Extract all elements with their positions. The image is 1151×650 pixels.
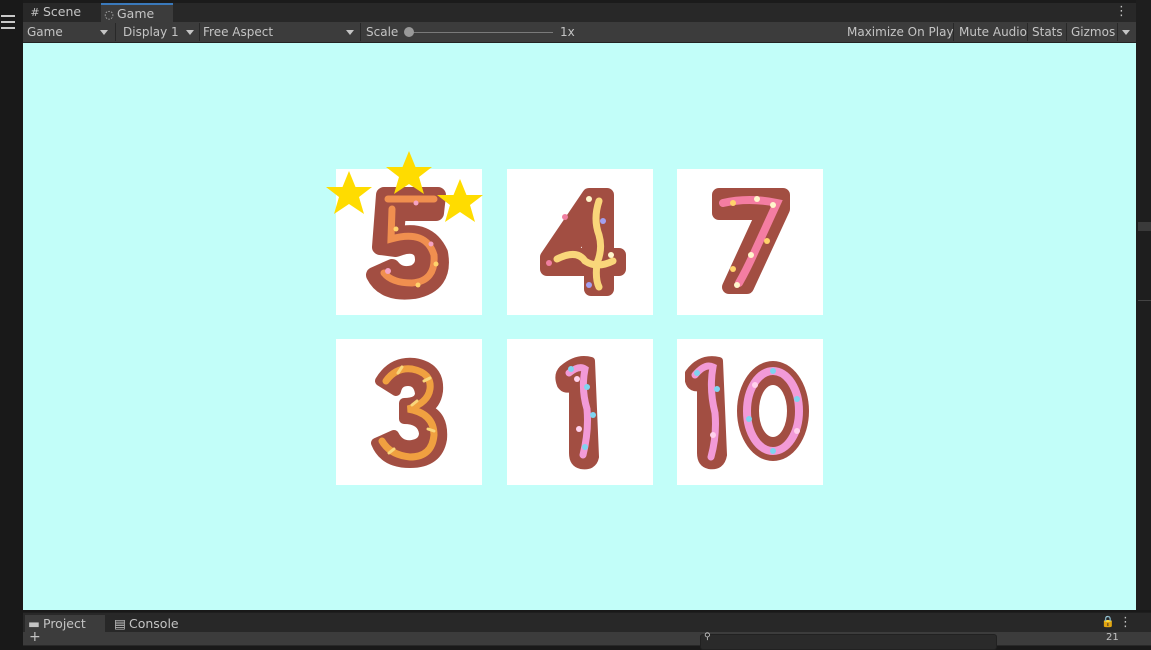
editor-tab-bar: # Scene ◌ Game ⋮: [23, 0, 1136, 24]
tab-scene-label: Scene: [43, 4, 82, 19]
console-icon: ▤: [114, 616, 126, 631]
hamburger-menu-icon[interactable]: [0, 8, 16, 38]
right-panel-edge: [1136, 0, 1151, 610]
number-card-7[interactable]: [677, 169, 823, 315]
search-icon: ⚲: [704, 632, 711, 642]
scale-label: Scale: [366, 25, 399, 39]
tab-console-label: Console: [129, 616, 179, 631]
gizmos-dropdown[interactable]: [1119, 22, 1135, 42]
game-toolbar: Game Display 1 Free Aspect Scale 1x Maxi…: [23, 22, 1136, 43]
visibility-count: 21: [1106, 632, 1119, 643]
toolbar-separator: [1117, 23, 1118, 41]
toolbar-separator: [1027, 23, 1028, 41]
chevron-down-icon: [186, 30, 194, 35]
number-3-image: [371, 357, 448, 468]
display-dropdown[interactable]: Display 1: [123, 22, 199, 42]
star-icon: [386, 151, 432, 194]
tab-scene[interactable]: # Scene: [27, 3, 99, 22]
tab-console[interactable]: ▤ Console: [111, 615, 191, 633]
scale-slider-thumb[interactable]: [404, 27, 414, 37]
toolbar-separator: [360, 23, 361, 41]
tab-project-label: Project: [43, 616, 86, 631]
aspect-label: Free Aspect: [203, 25, 274, 39]
panel-divider: [1138, 300, 1151, 301]
stats-toggle[interactable]: Stats: [1032, 22, 1063, 42]
scrollbar-handle[interactable]: [1138, 222, 1151, 231]
gizmos-toggle[interactable]: Gizmos: [1071, 22, 1115, 42]
mute-audio-toggle[interactable]: Mute Audio: [959, 22, 1027, 42]
game-mode-dropdown[interactable]: Game: [27, 22, 113, 42]
number-1-image: [555, 356, 599, 470]
number-card-4[interactable]: [507, 169, 653, 315]
left-panel-edge: [0, 0, 23, 610]
chevron-down-icon: [1122, 30, 1130, 35]
maximize-on-play-toggle[interactable]: Maximize On Play: [847, 22, 954, 42]
scale-slider-track[interactable]: [409, 32, 553, 33]
gamepad-icon: ◌: [104, 8, 114, 21]
number-7-image: [712, 188, 790, 294]
tab-game-label: Game: [117, 6, 155, 21]
tab-more-icon[interactable]: ⋮: [1115, 4, 1128, 19]
number-card-3[interactable]: [336, 339, 482, 485]
panel-more-icon[interactable]: ⋮: [1119, 615, 1132, 630]
project-toolbar: + ⚲ 21: [23, 629, 1151, 650]
chevron-down-icon: [346, 30, 354, 35]
lock-icon[interactable]: 🔒: [1101, 615, 1115, 628]
add-button[interactable]: +: [29, 629, 41, 645]
display-label: Display 1: [123, 25, 179, 39]
number-card-10[interactable]: [677, 339, 823, 485]
tab-game[interactable]: ◌ Game: [101, 3, 173, 24]
number-card-1[interactable]: [507, 339, 653, 485]
scale-value: 1x: [560, 25, 575, 39]
toolbar-separator: [115, 23, 116, 41]
grid-icon: #: [30, 6, 40, 19]
game-viewport[interactable]: [23, 43, 1136, 610]
game-mode-label: Game: [27, 25, 63, 39]
star-icon: [437, 179, 483, 222]
chevron-down-icon: [100, 30, 108, 35]
toolbar-separator: [953, 23, 954, 41]
number-10-image: [685, 356, 809, 470]
number-4-image: [540, 188, 626, 296]
toolbar-separator: [1066, 23, 1067, 41]
toolbar-separator: [199, 23, 200, 41]
star-icon: [326, 171, 372, 214]
aspect-dropdown[interactable]: Free Aspect: [203, 22, 359, 42]
search-input[interactable]: [700, 634, 997, 650]
reward-stars: [326, 151, 483, 222]
